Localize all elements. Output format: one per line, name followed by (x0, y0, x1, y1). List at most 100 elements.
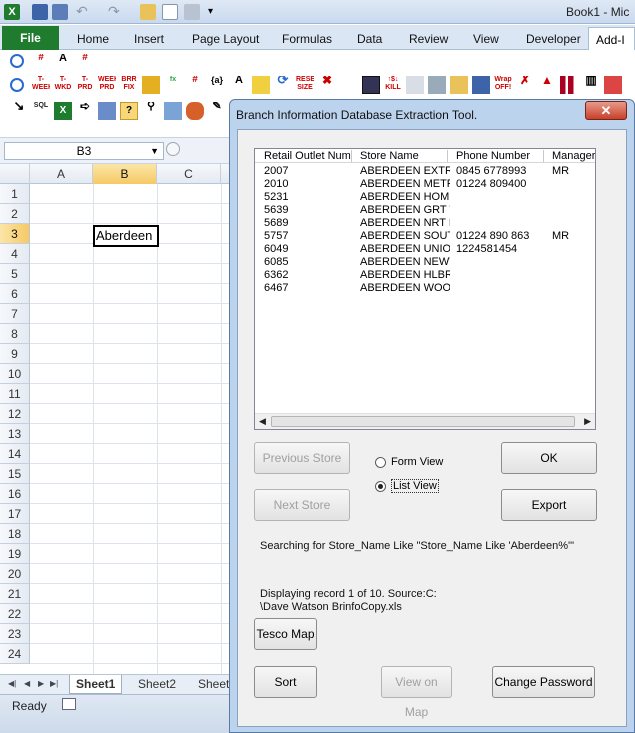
crossed-icon[interactable]: ✖ (318, 76, 336, 94)
list-item[interactable]: 5639 ABERDEEN GRT W (255, 204, 595, 217)
ok-button[interactable]: OK (501, 442, 597, 474)
row-header[interactable]: 24 (0, 644, 30, 664)
store-list-view[interactable]: Retail Outlet Num Store Name Phone Numbe… (254, 148, 596, 430)
row-header[interactable]: 12 (0, 404, 30, 424)
row-header[interactable]: 11 (0, 384, 30, 404)
list-item[interactable]: 6085 ABERDEEN NEWTC (255, 256, 595, 269)
list-item[interactable]: 6362 ABERDEEN HLBRN (255, 269, 595, 282)
row-header[interactable]: 10 (0, 364, 30, 384)
calendar-icon[interactable] (164, 102, 182, 120)
column-header-phone[interactable]: Phone Number (448, 150, 544, 162)
brush-icon[interactable] (98, 102, 116, 120)
tab-formulas[interactable]: Formulas (282, 32, 332, 46)
row-header[interactable]: 21 (0, 584, 30, 604)
tab-insert[interactable]: Insert (134, 32, 164, 46)
list-item[interactable]: 5231 ABERDEEN HOMEF (255, 191, 595, 204)
open-folder-icon[interactable] (140, 4, 156, 20)
horizontal-scrollbar[interactable]: ◀ ▶ (255, 413, 595, 429)
column-header-retail-outlet[interactable]: Retail Outlet Num (264, 150, 352, 162)
prd-icon[interactable]: T- PRD (76, 76, 94, 94)
next-sheet-icon[interactable]: ▶ (38, 679, 44, 688)
grid-icon[interactable] (362, 76, 380, 94)
row-header[interactable]: 20 (0, 564, 30, 584)
export-button[interactable]: Export (501, 489, 597, 521)
braces-a-icon[interactable]: {a} (208, 76, 226, 94)
row-header[interactable]: 1 (0, 184, 30, 204)
close-button[interactable]: ✕ (585, 101, 627, 120)
line-icon[interactable]: ↘ (10, 102, 28, 120)
row-header[interactable]: 3 (0, 224, 30, 244)
save-icon[interactable] (472, 76, 490, 94)
list-item[interactable]: 6467 ABERDEEN WOOD (255, 282, 595, 295)
tab-page-layout[interactable]: Page Layout (192, 32, 259, 46)
cursor-icon[interactable]: ➪ (76, 102, 94, 120)
binoculars-icon[interactable]: ⚲ (142, 102, 160, 120)
formula-icon[interactable]: # (32, 54, 50, 72)
tab-view[interactable]: View (473, 32, 499, 46)
reset-size-icon[interactable]: RESETSIZE (296, 76, 314, 94)
scroll-left-icon[interactable]: ◀ (259, 416, 266, 427)
zoom-icon[interactable] (10, 54, 24, 68)
prev-sheet-icon[interactable]: ◀ (24, 679, 30, 688)
form-view-radio[interactable]: Form View (375, 456, 443, 468)
row-header[interactable]: 7 (0, 304, 30, 324)
column-header[interactable]: B (93, 164, 157, 184)
customize-toolbar-icon[interactable]: ▾ (208, 4, 224, 20)
scroll-right-icon[interactable]: ▶ (584, 416, 591, 427)
list-item[interactable]: 5757 ABERDEEN SOUTH 01224 890 863 MR (255, 230, 595, 243)
sort-button[interactable]: Sort (254, 666, 317, 698)
change-password-button[interactable]: Change Password (492, 666, 595, 698)
save-icon[interactable] (32, 4, 48, 20)
column-header-store-name[interactable]: Store Name (352, 150, 448, 162)
row-header[interactable]: 19 (0, 544, 30, 564)
yellow-grid-icon[interactable] (252, 76, 270, 94)
name-box[interactable]: B3 ▼ (4, 142, 164, 160)
week-icon[interactable]: T-WEEK (32, 76, 50, 94)
row-header[interactable]: 17 (0, 504, 30, 524)
help-icon[interactable]: ? (120, 102, 138, 120)
row-header[interactable]: 8 (0, 324, 30, 344)
week-prd-icon[interactable]: WEEKPRD (98, 76, 116, 94)
tab-sheet1[interactable]: Sheet1 (69, 675, 123, 694)
first-sheet-icon[interactable]: ◀| (8, 679, 16, 688)
tab-add-ins[interactable]: Add-I (588, 27, 635, 50)
pen-icon[interactable]: ✎ (208, 102, 226, 120)
chevron-down-icon[interactable]: ▼ (150, 143, 159, 159)
list-item[interactable]: 2010 ABERDEEN METRC 01224 809400 (255, 178, 595, 191)
tab-file[interactable]: File (2, 26, 59, 50)
db-icon[interactable] (406, 76, 424, 94)
view-on-map-button[interactable]: View on Map (381, 666, 452, 719)
row-header[interactable]: 9 (0, 344, 30, 364)
tab-review[interactable]: Review (409, 32, 448, 46)
list-view-radio[interactable]: List View (375, 479, 439, 493)
redo-icon[interactable]: ↷ (108, 4, 124, 20)
chart-icon[interactable] (142, 76, 160, 94)
row-header[interactable]: 22 (0, 604, 30, 624)
undo-icon[interactable]: ↶ (76, 4, 92, 20)
formula-expand-icon[interactable] (166, 142, 180, 156)
brr-fix-icon[interactable]: BRR FIX (120, 76, 138, 94)
refresh-icon[interactable]: # (76, 54, 94, 72)
formula-icon[interactable]: fx (164, 76, 182, 94)
formula-icon[interactable]: # (186, 76, 204, 94)
folder-icon[interactable] (450, 76, 468, 94)
row-header[interactable]: 5 (0, 264, 30, 284)
tools-icon[interactable]: ✗ (516, 76, 534, 94)
text-a-icon[interactable]: A (54, 54, 72, 72)
tab-home[interactable]: Home (77, 32, 109, 46)
row-header[interactable]: 15 (0, 464, 30, 484)
active-cell[interactable]: Aberdeen (93, 225, 159, 247)
row-header[interactable]: 18 (0, 524, 30, 544)
wrap-off-icon[interactable]: Wrap OFF! (494, 76, 512, 94)
grid-red-icon[interactable] (604, 76, 622, 94)
sql-icon[interactable]: SQL (32, 102, 50, 120)
cycle-icon[interactable]: ⟳ (274, 76, 292, 94)
bars-icon[interactable] (560, 76, 578, 94)
print-icon[interactable] (184, 4, 200, 20)
list-item[interactable]: 5689 ABERDEEN NRT DI (255, 217, 595, 230)
next-store-button[interactable]: Next Store (254, 489, 350, 521)
butterfly-icon[interactable] (186, 102, 204, 120)
previous-store-button[interactable]: Previous Store (254, 442, 350, 474)
list-item[interactable]: 6049 ABERDEEN UNION 1224581454 (255, 243, 595, 256)
tab-data[interactable]: Data (357, 32, 382, 46)
